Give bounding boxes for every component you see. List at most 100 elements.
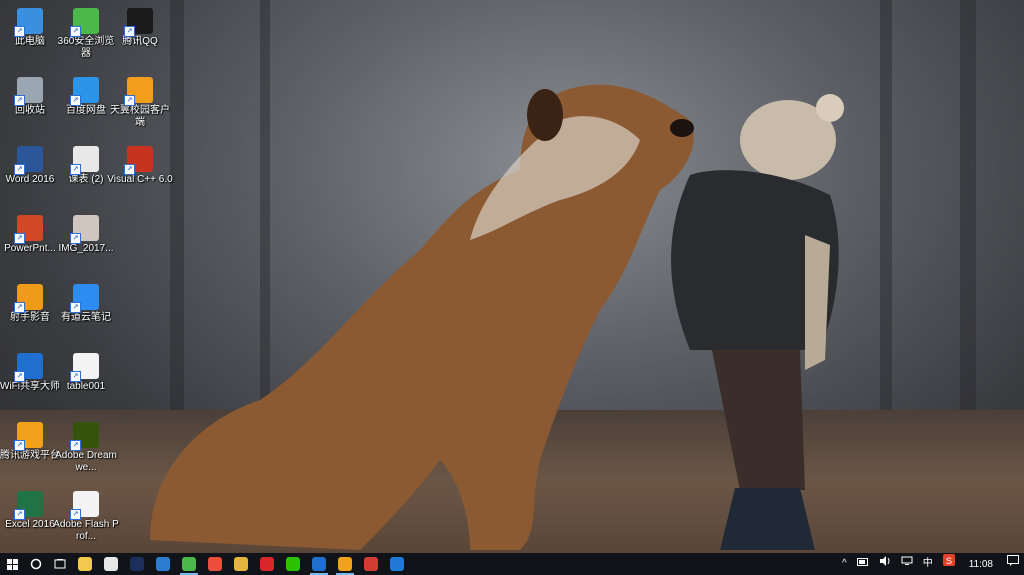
- taskbar-app-wifi-share[interactable]: [306, 553, 332, 575]
- taskbar-app-netease-music[interactable]: [358, 553, 384, 575]
- desktop-icon-label: Adobe Dreamwe...: [55, 450, 117, 473]
- this-pc-icon: ↗: [14, 8, 43, 37]
- edge-icon: [390, 557, 404, 571]
- shortcut-arrow-icon: ↗: [14, 95, 25, 106]
- shortcut-arrow-icon: ↗: [70, 233, 81, 244]
- shortcut-arrow-icon: ↗: [14, 509, 25, 520]
- timetable-image-icon: ↗: [70, 146, 99, 175]
- taskbar: ^ 中 S 11:08: [0, 553, 1024, 575]
- taskbar-app-vscode[interactable]: [150, 553, 176, 575]
- desktop-icon-label: table001: [66, 381, 106, 392]
- shortcut-arrow-icon: ↗: [14, 26, 25, 37]
- baidu-icon: [208, 557, 222, 571]
- svg-text:S: S: [946, 556, 952, 566]
- word-icon: ↗: [14, 146, 43, 175]
- task-view-icon[interactable]: [48, 553, 72, 575]
- taskbar-app-360-browser[interactable]: [176, 553, 202, 575]
- shortcut-arrow-icon: ↗: [14, 164, 25, 175]
- desktop-icon-photo-file[interactable]: ↗ IMG_2017...: [53, 211, 119, 277]
- tianyi-campus-icon: ↗: [124, 77, 153, 106]
- qq-icon: ↗: [124, 8, 153, 37]
- desktop-icon-youdao-note[interactable]: ↗ 有道云笔记: [53, 280, 119, 346]
- shortcut-arrow-icon: ↗: [70, 302, 81, 313]
- wifi-share-icon: [312, 557, 326, 571]
- taskbar-app-edge[interactable]: [384, 553, 410, 575]
- dog-ear: [527, 89, 563, 141]
- desktop-icon-flash-file[interactable]: ↗ Adobe Flash Prof...: [53, 487, 119, 553]
- taskbar-clock[interactable]: 11:08: [960, 559, 1002, 570]
- tray-network-icon[interactable]: [896, 553, 918, 575]
- excel-icon: ↗: [14, 491, 43, 520]
- shortcut-arrow-icon: ↗: [70, 95, 81, 106]
- desktop-icon-label: Visual C++ 6.0: [107, 174, 173, 185]
- recycle-bin-icon: ↗: [14, 77, 43, 106]
- qq-icon: [260, 557, 274, 571]
- shortcut-arrow-icon: ↗: [70, 509, 81, 520]
- taskbar-app-wechat[interactable]: [280, 553, 306, 575]
- tray-sogou-icon[interactable]: S: [938, 553, 960, 575]
- taskbar-app-chrome[interactable]: [228, 553, 254, 575]
- taskbar-app-photoshop[interactable]: [124, 553, 150, 575]
- child-pants: [712, 350, 805, 490]
- taskbar-app-file-explorer[interactable]: [72, 553, 98, 575]
- desktop-icon-label: IMG_2017...: [58, 243, 114, 254]
- taskbar-app-baidu[interactable]: [202, 553, 228, 575]
- desktop-icon-table-file[interactable]: ↗ table001: [53, 349, 119, 415]
- desktop-icon-label: 腾讯QQ: [122, 36, 158, 47]
- shortcut-arrow-icon: ↗: [14, 371, 25, 382]
- store-icon: [104, 557, 118, 571]
- desktop-icon-visual-cpp[interactable]: ↗ Visual C++ 6.0: [107, 142, 173, 208]
- action-center-icon[interactable]: [1002, 553, 1024, 575]
- taskbar-app-store[interactable]: [98, 553, 124, 575]
- desktop-icon-label: 天翼校园客户端: [110, 105, 170, 128]
- file-explorer-icon: [78, 557, 92, 571]
- tencent-games-icon: ↗: [14, 422, 43, 451]
- shortcut-arrow-icon: ↗: [14, 440, 25, 451]
- 360-browser-icon: ↗: [70, 8, 99, 37]
- child-boots: [720, 488, 815, 550]
- taskbar-app-qq[interactable]: [254, 553, 280, 575]
- youdao-note-icon: ↗: [70, 284, 99, 313]
- desktop-icon-tianyi-campus[interactable]: ↗ 天翼校园客户端: [107, 73, 173, 139]
- cortana-icon[interactable]: [24, 553, 48, 575]
- desktop-icon-dreamweaver[interactable]: ↗ Adobe Dreamwe...: [53, 418, 119, 484]
- tencent-games-icon: [338, 557, 352, 571]
- powerpoint-icon: ↗: [14, 215, 43, 244]
- child-scarf: [805, 235, 830, 370]
- dog-nose: [670, 119, 694, 137]
- desktop-icon-qq[interactable]: ↗ 腾讯QQ: [107, 4, 173, 70]
- baidu-netdisk-icon: ↗: [70, 77, 99, 106]
- taskbar-app-tencent-games[interactable]: [332, 553, 358, 575]
- tray-volume-icon[interactable]: [874, 553, 896, 575]
- tray-ime-indicator[interactable]: 中: [918, 553, 938, 575]
- wechat-icon: [286, 557, 300, 571]
- shortcut-arrow-icon: ↗: [70, 371, 81, 382]
- vscode-icon: [156, 557, 170, 571]
- shortcut-arrow-icon: ↗: [70, 164, 81, 175]
- taskbar-pinned-apps: [72, 553, 410, 575]
- wifi-share-icon: ↗: [14, 353, 43, 382]
- photo-file-icon: ↗: [70, 215, 99, 244]
- photoshop-icon: [130, 557, 144, 571]
- shortcut-arrow-icon: ↗: [70, 440, 81, 451]
- system-tray: ^ 中 S 11:08: [837, 553, 1024, 575]
- shooter-player-icon: ↗: [14, 284, 43, 313]
- shortcut-arrow-icon: ↗: [70, 26, 81, 37]
- table-file-icon: ↗: [70, 353, 99, 382]
- visual-cpp-icon: ↗: [124, 146, 153, 175]
- child-hat-pompom: [816, 94, 844, 122]
- netease-music-icon: [364, 557, 378, 571]
- shortcut-arrow-icon: ↗: [124, 26, 135, 37]
- tray-battery-icon[interactable]: [852, 553, 874, 575]
- flash-file-icon: ↗: [70, 491, 99, 520]
- tray-chevron-icon[interactable]: ^: [837, 553, 852, 575]
- dreamweaver-icon: ↗: [70, 422, 99, 451]
- desktop-icon-label: 有道云笔记: [61, 312, 111, 323]
- windows-start-icon[interactable]: [0, 553, 24, 575]
- shortcut-arrow-icon: ↗: [14, 233, 25, 244]
- desktop-icon-label: Adobe Flash Prof...: [53, 519, 119, 542]
- shortcut-arrow-icon: ↗: [14, 302, 25, 313]
- shortcut-arrow-icon: ↗: [124, 95, 135, 106]
- shortcut-arrow-icon: ↗: [124, 164, 135, 175]
- chrome-icon: [234, 557, 248, 571]
